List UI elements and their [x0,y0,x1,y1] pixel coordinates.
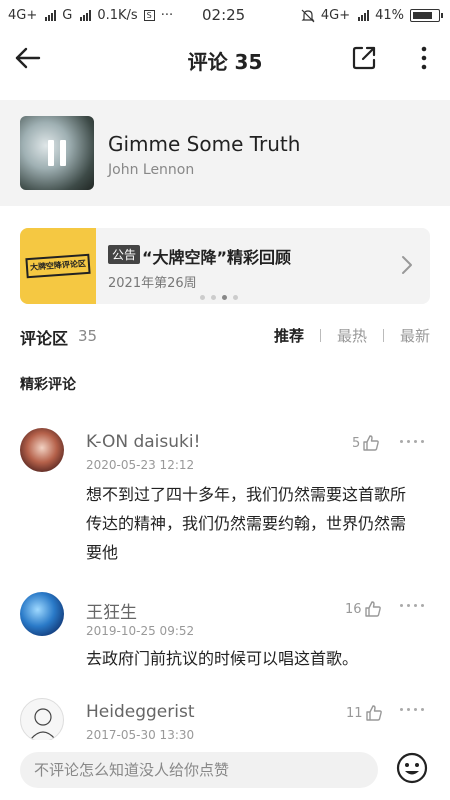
comment-input[interactable] [20,752,378,788]
share-icon[interactable] [350,44,378,72]
top-app-bar: 评论 35 [0,32,450,88]
thumbs-up-icon [363,435,380,451]
carousel-indicator [200,295,238,300]
more-vertical-icon[interactable] [412,44,436,72]
chevron-right-icon [402,256,412,274]
signal-icon [45,10,57,21]
like-button[interactable]: 16 [345,600,382,618]
song-title: Gimme Some Truth [108,132,301,156]
back-arrow-icon[interactable] [14,44,42,72]
avatar[interactable] [20,698,64,740]
banner-logo: 大牌空降评论区 [20,228,96,304]
pause-icon[interactable] [47,140,67,166]
status-right: 4G+ 41% [301,8,443,23]
comment-more-icon[interactable] [400,440,424,443]
comment-item: Heideggerist 2017-05-30 13:30 11 [0,698,450,740]
sort-recommended-tab[interactable]: 推荐 [274,325,304,346]
artist-name[interactable]: John Lennon [108,162,194,178]
sort-hottest-tab[interactable]: 最热 [337,325,367,346]
comment-more-icon[interactable] [400,708,424,711]
announcement-banner[interactable]: 大牌空降评论区 公告 “大牌空降”精彩回顾 2021年第26周 [20,228,430,304]
sort-tabs: 推荐 最热 最新 [274,325,430,346]
like-count: 16 [345,601,362,617]
app-notification-icon: S [143,10,155,21]
divider [382,329,384,342]
comment-date: 2020-05-23 12:12 [86,458,195,472]
network-label-right: 4G+ [320,8,351,23]
battery-percent: 41% [375,8,404,23]
network-label-2: G [62,8,73,23]
banner-subtitle: 2021年第26周 [108,276,197,291]
song-card[interactable]: Gimme Some Truth John Lennon [0,100,450,206]
page-title: 评论 35 [187,50,263,74]
comment-username[interactable]: Heideggerist [86,702,195,722]
comment-more-icon[interactable] [400,604,424,607]
network-speed: 0.1K/s [97,8,138,23]
comments-count: 35 [78,327,98,345]
status-left: 4G+ G 0.1K/s S ··· [8,8,173,23]
divider [319,329,321,342]
like-button[interactable]: 5 [352,434,380,452]
announcement-badge: 公告 [108,245,141,264]
comment-date: 2019-10-25 09:52 [86,624,195,638]
mute-icon [301,9,315,22]
comment-username[interactable]: K-ON daisuki! [86,432,200,452]
comment-input-bar [0,740,450,800]
comments-section-label: 评论区 [20,329,69,348]
album-cover[interactable] [20,116,94,190]
like-count: 5 [352,435,361,451]
featured-comments-label: 精彩评论 [20,377,76,393]
thumbs-up-icon [364,601,381,617]
status-bar: 4G+ G 0.1K/s S ··· 02:25 4G+ 41% [0,0,450,32]
sketch-portrait-icon [30,708,56,740]
more-notifications-icon: ··· [160,8,174,23]
avatar[interactable] [20,592,64,636]
clock: 02:25 [202,6,246,24]
network-label-1: 4G+ [8,8,38,23]
thumbs-up-icon [365,705,382,721]
emoji-icon[interactable] [396,752,428,784]
banner-logo-text: 大牌空降评论区 [25,253,91,279]
comment-date: 2017-05-30 13:30 [86,728,195,740]
battery-icon [410,9,443,22]
banner-title: “大牌空降”精彩回顾 [142,248,292,267]
comment-text: 去政府门前抗议的时候可以唱这首歌。 [86,649,359,668]
signal-icon-right [358,10,370,21]
like-count: 11 [346,705,363,721]
sort-newest-tab[interactable]: 最新 [400,325,430,346]
comment-text: 想不到过了四十多年，我们仍然需要这首歌所传达的精神，我们仍然需要约翰，世界仍然需… [86,485,407,562]
like-button[interactable]: 11 [346,704,383,722]
comment-username[interactable]: 王狂生 [86,598,137,623]
avatar[interactable] [20,428,64,472]
signal-icon-2 [80,10,92,21]
